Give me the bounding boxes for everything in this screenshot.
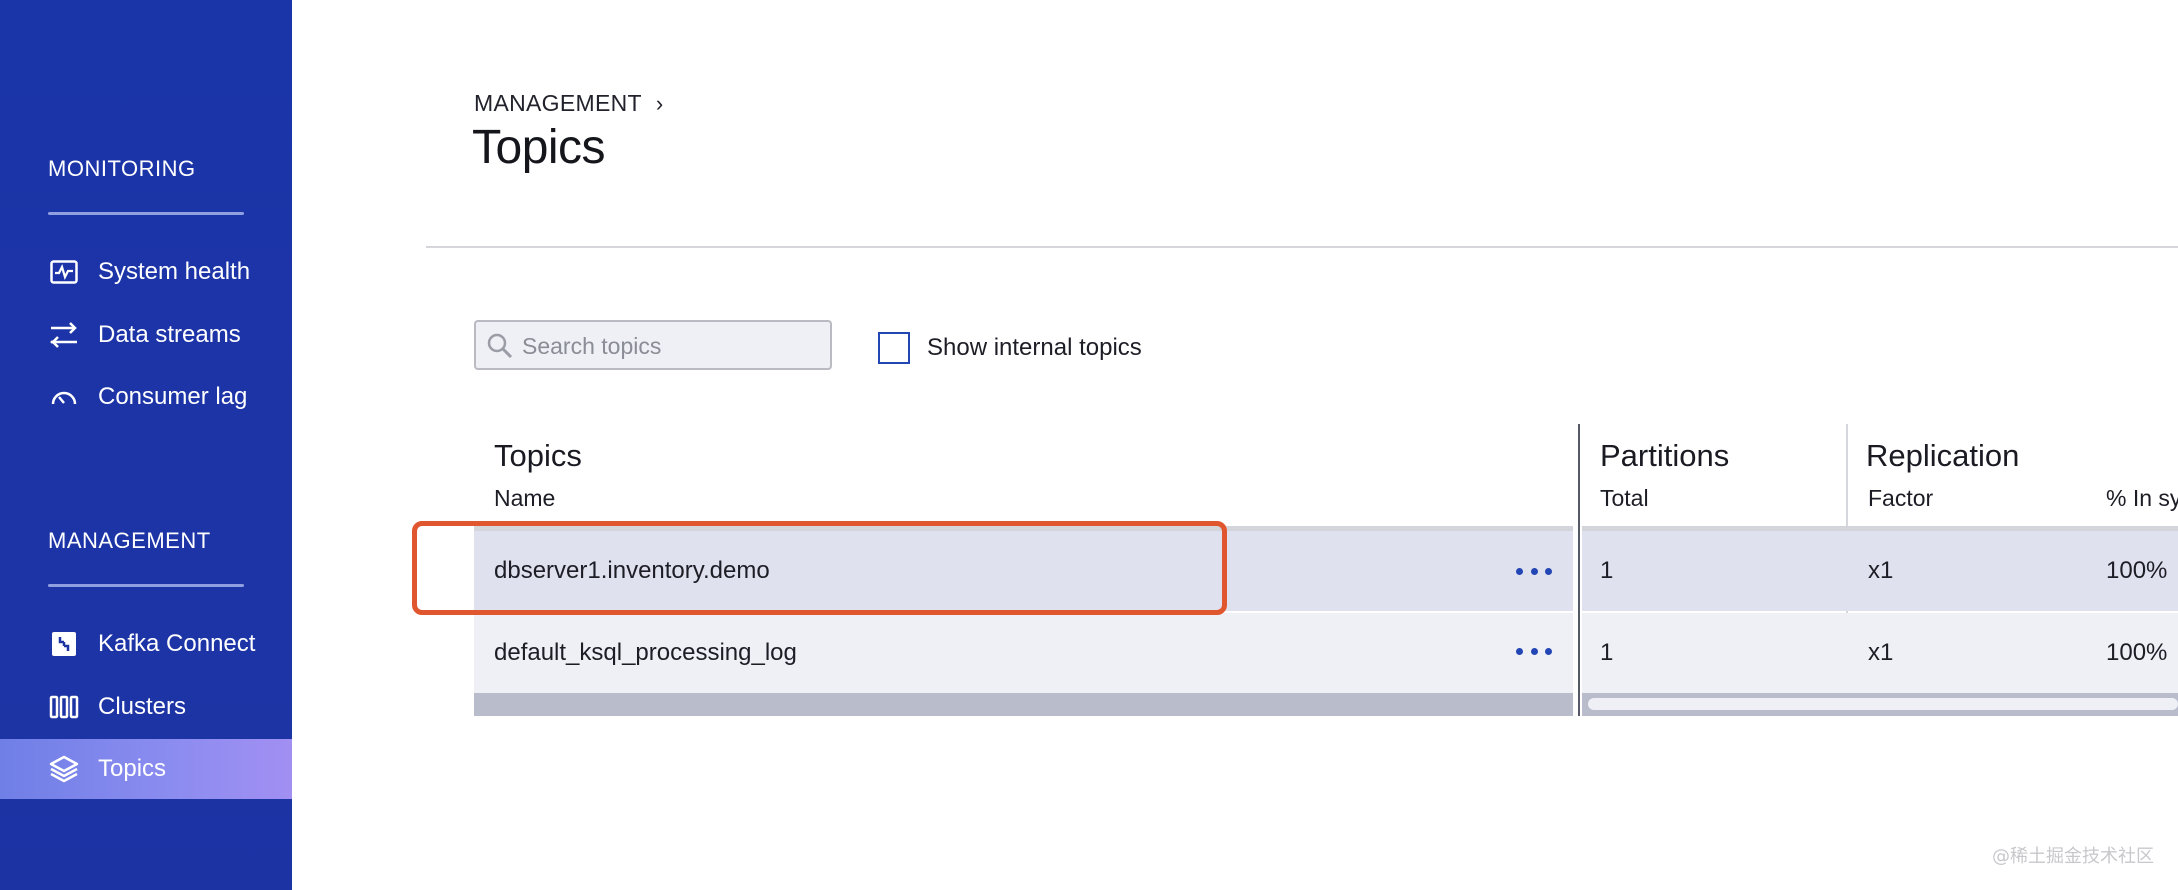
show-internal-topics-checkbox[interactable] bbox=[878, 332, 910, 364]
gauge-icon bbox=[48, 381, 80, 413]
page-title: Topics bbox=[472, 121, 606, 174]
chevron-right-icon: › bbox=[655, 90, 664, 116]
topic-name-cell[interactable]: dbserver1.inventory.demo bbox=[494, 557, 770, 585]
sidebar-item-label: Consumer lag bbox=[98, 383, 248, 410]
replication-factor-cell: x1 bbox=[1868, 639, 1894, 666]
frozen-column-divider bbox=[1578, 424, 1580, 716]
section-divider bbox=[48, 212, 244, 215]
management-section-title: MANAGEMENT bbox=[48, 528, 211, 553]
connect-plug-icon bbox=[48, 628, 80, 660]
horizontal-scrollbar-track[interactable] bbox=[474, 693, 1573, 716]
column-header-in-sync[interactable]: % In sy bbox=[2106, 485, 2178, 512]
header-divider bbox=[426, 246, 2178, 248]
pulse-chart-icon bbox=[48, 256, 80, 288]
sidebar: MONITORING System health Data streams Co… bbox=[0, 0, 292, 890]
column-header-factor[interactable]: Factor bbox=[1868, 485, 1933, 512]
sidebar-item-system-health[interactable]: System health bbox=[0, 242, 292, 302]
table-row[interactable]: 1 x1 100% bbox=[1582, 613, 2178, 693]
table-row[interactable]: 1 x1 100% bbox=[1582, 531, 2178, 611]
column-group-topics: Topics bbox=[494, 438, 582, 473]
horizontal-scrollbar-thumb[interactable] bbox=[1588, 698, 2178, 710]
layers-icon bbox=[48, 753, 80, 785]
show-internal-topics-label[interactable]: Show internal topics bbox=[927, 334, 1142, 362]
replication-factor-cell: x1 bbox=[1868, 557, 1894, 584]
topic-name-cell[interactable]: default_ksql_processing_log bbox=[494, 639, 797, 667]
partitions-total-cell: 1 bbox=[1600, 557, 1614, 584]
row-actions-menu-icon[interactable] bbox=[1516, 641, 1552, 661]
in-sync-cell: 100% bbox=[2106, 557, 2168, 584]
sidebar-item-label: Topics bbox=[98, 755, 167, 782]
column-header-name[interactable]: Name bbox=[494, 485, 555, 512]
sidebar-item-label: Clusters bbox=[98, 693, 187, 720]
sidebar-item-topics[interactable]: Topics bbox=[0, 739, 292, 799]
section-divider bbox=[48, 584, 244, 587]
row-actions-menu-icon[interactable] bbox=[1516, 561, 1552, 581]
partitions-total-cell: 1 bbox=[1600, 639, 1614, 666]
watermark: @稀土掘金技术社区 bbox=[1992, 846, 2154, 867]
sidebar-item-label: Kafka Connect bbox=[98, 630, 256, 657]
sidebar-item-label: Data streams bbox=[98, 321, 241, 348]
search-icon bbox=[486, 332, 514, 365]
search-box[interactable] bbox=[474, 320, 832, 370]
sidebar-item-clusters[interactable]: Clusters bbox=[0, 677, 292, 737]
monitoring-section-title: MONITORING bbox=[48, 156, 196, 181]
column-header-total[interactable]: Total bbox=[1600, 485, 1649, 512]
arrows-exchange-icon bbox=[48, 319, 80, 351]
table-row[interactable]: dbserver1.inventory.demo bbox=[474, 531, 1573, 611]
column-group-replication: Replication bbox=[1866, 438, 2020, 473]
sidebar-item-consumer-lag[interactable]: Consumer lag bbox=[0, 367, 292, 427]
search-input[interactable] bbox=[520, 322, 824, 370]
sidebar-item-kafka-connect[interactable]: Kafka Connect bbox=[0, 614, 292, 674]
breadcrumb-management[interactable]: MANAGEMENT bbox=[474, 90, 642, 117]
sidebar-item-data-streams[interactable]: Data streams bbox=[0, 305, 292, 365]
column-group-partitions: Partitions bbox=[1600, 438, 1730, 473]
sidebar-item-label: System health bbox=[98, 258, 251, 285]
breadcrumb[interactable]: MANAGEMENT › bbox=[474, 90, 663, 117]
in-sync-cell: 100% bbox=[2106, 639, 2168, 666]
table-row[interactable]: default_ksql_processing_log bbox=[474, 613, 1573, 693]
columns-icon bbox=[48, 691, 80, 723]
